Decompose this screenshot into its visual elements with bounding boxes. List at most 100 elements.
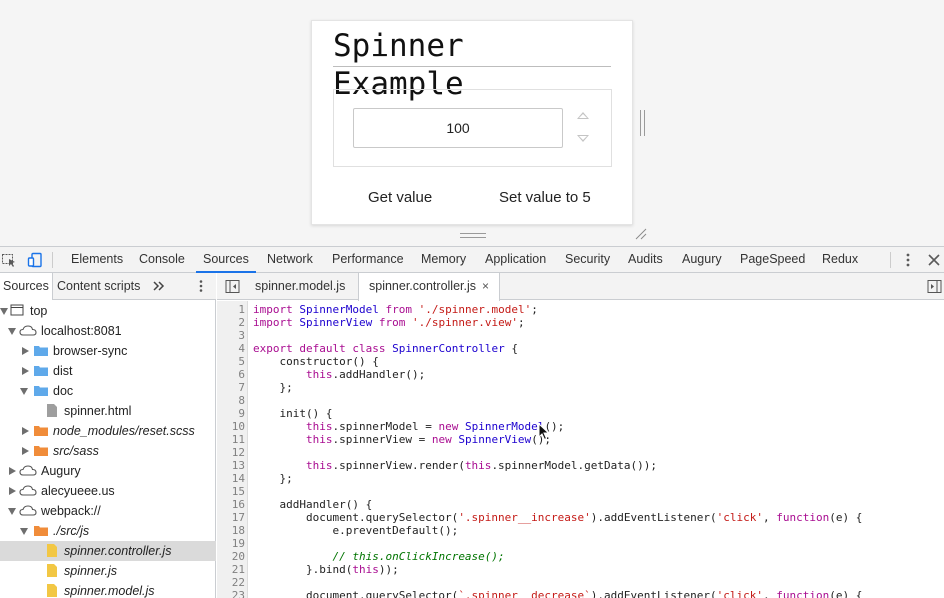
toggle-debugger-icon[interactable] xyxy=(927,279,942,294)
expand-arrow-icon[interactable] xyxy=(8,328,16,335)
line-number[interactable]: 20 xyxy=(217,550,245,563)
code-line[interactable]: 2 import SpinnerView from './spinner.view… xyxy=(217,316,944,329)
tab-content-scripts[interactable]: Content scripts xyxy=(54,273,143,300)
line-number[interactable]: 10 xyxy=(217,420,245,433)
expand-arrow-icon[interactable] xyxy=(0,308,8,315)
tree-item-spinner-js[interactable]: spinner.js xyxy=(0,561,216,581)
tab-network[interactable]: Network xyxy=(260,247,320,273)
tree-item-webpack[interactable]: webpack:// xyxy=(0,501,216,521)
line-number[interactable]: 18 xyxy=(217,524,245,537)
collapse-arrow-icon[interactable] xyxy=(22,347,29,355)
line-number[interactable]: 23 xyxy=(217,589,245,598)
spinner-increase-icon[interactable] xyxy=(577,112,589,119)
code-line[interactable]: 11 this.spinnerView = new SpinnerView(); xyxy=(217,433,944,446)
code-line[interactable]: 7 }; xyxy=(217,381,944,394)
code-line[interactable]: 21 }.bind(this)); xyxy=(217,563,944,576)
get-value-button[interactable]: Get value xyxy=(368,189,432,206)
inspect-element-icon[interactable] xyxy=(1,252,17,268)
code-line[interactable]: 16 addHandler() { xyxy=(217,498,944,511)
line-number[interactable]: 1 xyxy=(217,303,245,316)
line-number[interactable]: 17 xyxy=(217,511,245,524)
line-number[interactable]: 21 xyxy=(217,563,245,576)
line-number[interactable]: 3 xyxy=(217,329,245,342)
code-line[interactable]: 17 document.querySelector('.spinner__inc… xyxy=(217,511,944,524)
collapse-arrow-icon[interactable] xyxy=(22,367,29,375)
close-icon[interactable] xyxy=(926,252,942,268)
code-line[interactable]: 1 import SpinnerModel from './spinner.mod… xyxy=(217,303,944,316)
code-area[interactable]: 1 import SpinnerModel from './spinner.mod… xyxy=(217,301,944,598)
line-number[interactable]: 2 xyxy=(217,316,245,329)
tab-sources[interactable]: Sources xyxy=(196,247,256,273)
line-number[interactable]: 7 xyxy=(217,381,245,394)
tree-item-top[interactable]: top xyxy=(0,301,216,321)
tab-navigator-sources[interactable]: Sources xyxy=(0,273,53,300)
tab-elements[interactable]: Elements xyxy=(64,247,130,273)
toggle-navigator-icon[interactable] xyxy=(225,279,240,294)
code-line[interactable]: 6 this.addHandler(); xyxy=(217,368,944,381)
tree-item-node-modules[interactable]: node_modules/reset.scss xyxy=(0,421,216,441)
tree-item-spinner-controller[interactable]: spinner.controller.js xyxy=(0,541,216,561)
tree-item-augury[interactable]: Augury xyxy=(0,461,216,481)
line-number[interactable]: 22 xyxy=(217,576,245,589)
code-line[interactable]: 13 this.spinnerView.render(this.spinnerM… xyxy=(217,459,944,472)
spinner-input[interactable]: 100 xyxy=(353,108,563,148)
line-number[interactable]: 5 xyxy=(217,355,245,368)
collapse-arrow-icon[interactable] xyxy=(9,487,16,495)
code-line[interactable]: 15 xyxy=(217,485,944,498)
tree-item-browser-sync[interactable]: browser-sync xyxy=(0,341,216,361)
line-number[interactable]: 4 xyxy=(217,342,245,355)
line-number[interactable]: 14 xyxy=(217,472,245,485)
code-line[interactable]: 9 init() { xyxy=(217,407,944,420)
code-line[interactable]: 3 xyxy=(217,329,944,342)
code-line[interactable]: 20 // this.onClickIncrease(); xyxy=(217,550,944,563)
close-tab-icon[interactable]: × xyxy=(482,279,489,293)
spinner-decrease-icon[interactable] xyxy=(577,135,589,142)
line-number[interactable]: 19 xyxy=(217,537,245,550)
code-line[interactable]: 12 xyxy=(217,446,944,459)
tab-pagespeed[interactable]: PageSpeed xyxy=(733,247,812,273)
code-line[interactable]: 23 document.querySelector(`.spinner__dec… xyxy=(217,589,944,598)
code-line[interactable]: 22 xyxy=(217,576,944,589)
more-tabs-icon[interactable] xyxy=(151,279,165,293)
line-number[interactable]: 6 xyxy=(217,368,245,381)
more-options-icon[interactable] xyxy=(900,252,916,268)
code-line[interactable]: 8 xyxy=(217,394,944,407)
code-line[interactable]: 4 export default class SpinnerController … xyxy=(217,342,944,355)
tree-item-spinner-model[interactable]: spinner.model.js xyxy=(0,581,216,598)
expand-arrow-icon[interactable] xyxy=(20,388,28,395)
code-line[interactable]: 19 xyxy=(217,537,944,550)
line-number[interactable]: 11 xyxy=(217,433,245,446)
tree-item-alecyueee[interactable]: alecyueee.us xyxy=(0,481,216,501)
editor-tab-spinner-controller[interactable]: spinner.controller.js × xyxy=(358,273,501,301)
tab-security[interactable]: Security xyxy=(558,247,617,273)
tree-item-doc[interactable]: doc xyxy=(0,381,216,401)
tree-item-src-sass[interactable]: src/sass xyxy=(0,441,216,461)
tab-redux[interactable]: Redux xyxy=(815,247,865,273)
tab-memory[interactable]: Memory xyxy=(414,247,473,273)
code-line[interactable]: 10 this.spinnerModel = new SpinnerModel(… xyxy=(217,420,944,433)
line-number[interactable]: 16 xyxy=(217,498,245,511)
line-number[interactable]: 12 xyxy=(217,446,245,459)
code-line[interactable]: 14 }; xyxy=(217,472,944,485)
tree-item-dist[interactable]: dist xyxy=(0,361,216,381)
code-line[interactable]: 18 e.preventDefault(); xyxy=(217,524,944,537)
corner-resize-icon[interactable] xyxy=(635,228,647,240)
line-number[interactable]: 15 xyxy=(217,485,245,498)
vertical-resize-handle[interactable] xyxy=(640,110,645,136)
set-value-button[interactable]: Set value to 5 xyxy=(499,189,591,206)
line-number[interactable]: 8 xyxy=(217,394,245,407)
tree-item-src-js[interactable]: ./src/js xyxy=(0,521,216,541)
tab-audits[interactable]: Audits xyxy=(621,247,670,273)
navigator-menu-icon[interactable] xyxy=(194,279,208,293)
horizontal-resize-handle[interactable] xyxy=(460,233,486,238)
tree-item-spinner-html[interactable]: spinner.html xyxy=(0,401,216,421)
tab-console[interactable]: Console xyxy=(132,247,192,273)
device-toolbar-icon[interactable] xyxy=(27,252,43,268)
tab-application[interactable]: Application xyxy=(478,247,553,273)
tab-performance[interactable]: Performance xyxy=(325,247,411,273)
expand-arrow-icon[interactable] xyxy=(20,528,28,535)
collapse-arrow-icon[interactable] xyxy=(22,427,29,435)
collapse-arrow-icon[interactable] xyxy=(22,447,29,455)
line-number[interactable]: 9 xyxy=(217,407,245,420)
expand-arrow-icon[interactable] xyxy=(8,508,16,515)
